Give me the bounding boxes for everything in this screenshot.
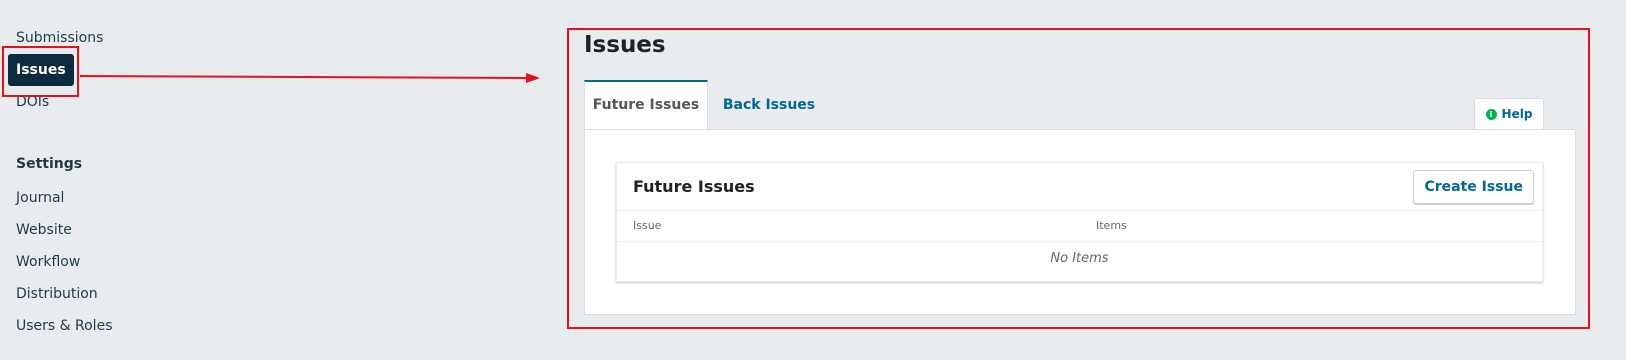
create-issue-button[interactable]: Create Issue — [1413, 170, 1534, 204]
future-issues-grid: Future Issues Create Issue Issue Items N… — [616, 162, 1543, 282]
column-header-items[interactable]: Items — [1096, 219, 1127, 232]
app-root: Submissions Issues DOIs Settings Journal… — [0, 0, 1626, 360]
sidebar-item-website[interactable]: Website — [16, 220, 72, 240]
sidebar-item-distribution[interactable]: Distribution — [16, 284, 98, 304]
sidebar: Submissions Issues DOIs Settings Journal… — [0, 0, 160, 360]
sidebar-item-issues[interactable]: Issues — [8, 54, 74, 86]
sidebar-item-submissions[interactable]: Submissions — [16, 28, 103, 48]
sidebar-item-workflow[interactable]: Workflow — [16, 252, 80, 272]
column-header-issue[interactable]: Issue — [633, 219, 661, 232]
sidebar-item-dois[interactable]: DOIs — [16, 92, 49, 112]
tab-back-issues[interactable]: Back Issues — [714, 80, 824, 130]
empty-message: No Items — [1050, 251, 1109, 266]
tab-future-issues[interactable]: Future Issues — [584, 80, 708, 130]
page-title: Issues — [584, 32, 666, 58]
sidebar-item-journal[interactable]: Journal — [16, 188, 64, 208]
grid-title: Future Issues — [633, 177, 755, 196]
info-circle-icon: i — [1485, 109, 1497, 120]
settings-heading: Settings — [16, 156, 83, 172]
grid-header-row: Issue Items — [617, 210, 1542, 242]
help-label: Help — [1501, 107, 1533, 121]
sidebar-item-users-roles[interactable]: Users & Roles — [16, 316, 112, 336]
help-button[interactable]: i Help — [1474, 98, 1544, 130]
